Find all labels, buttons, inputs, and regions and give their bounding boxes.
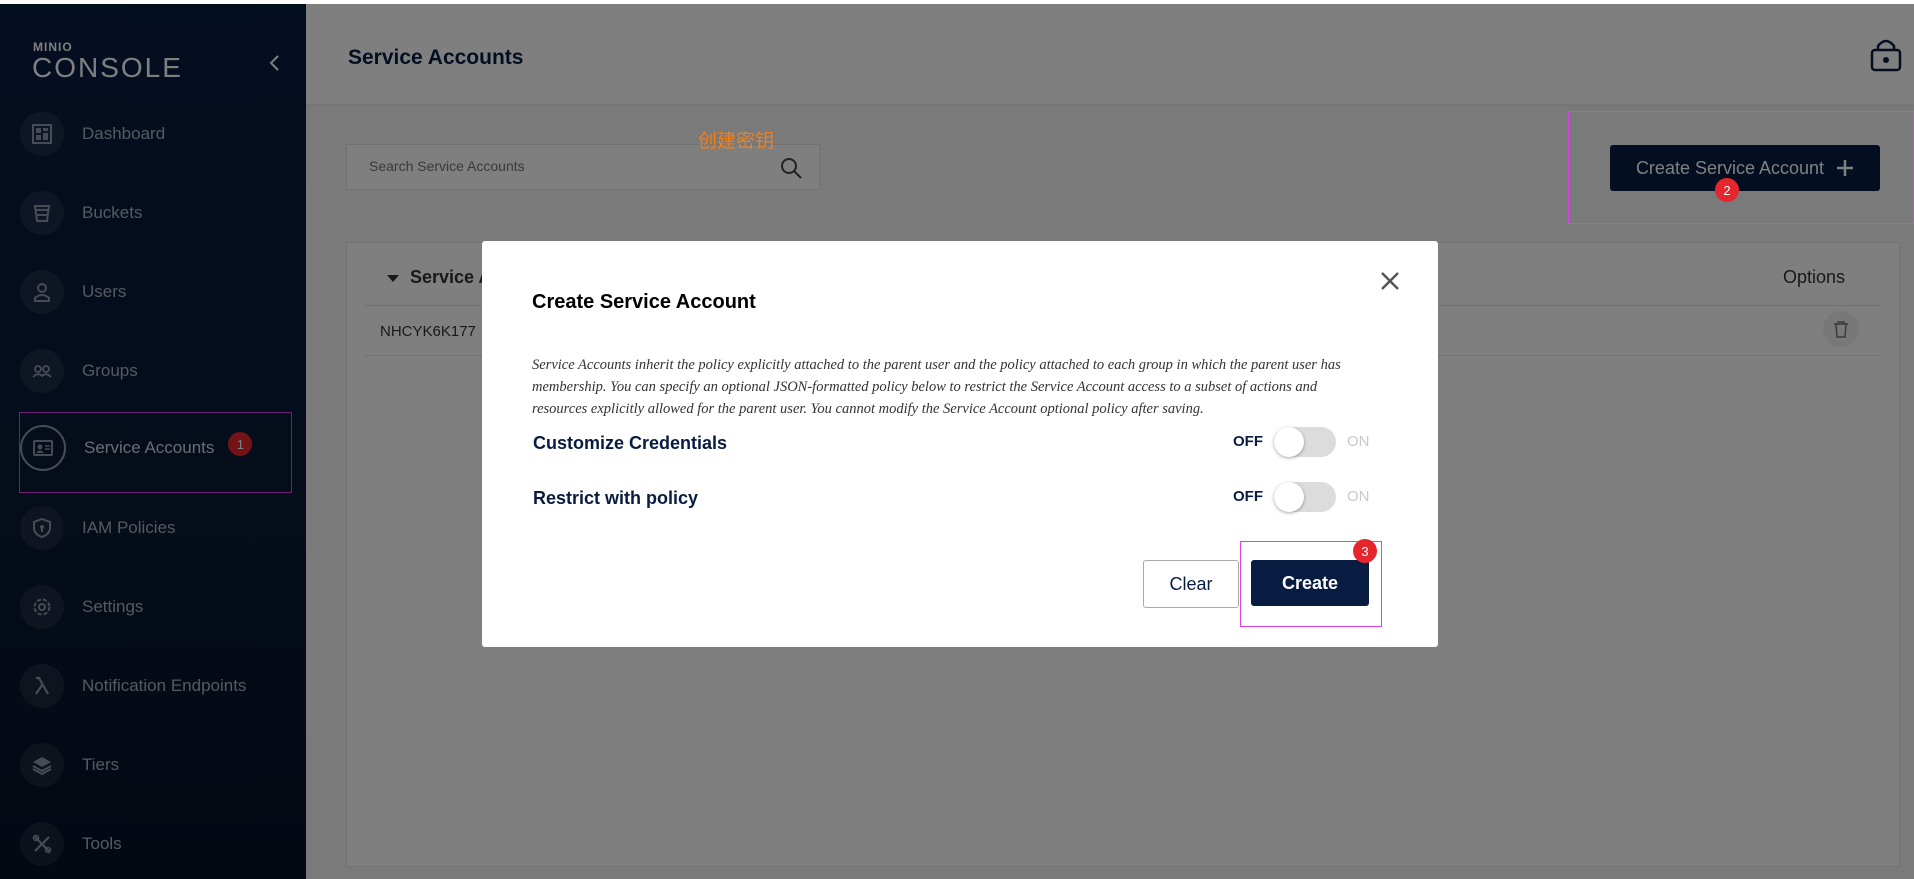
step-badge-2: 2 xyxy=(1715,178,1739,202)
customize-credentials-row: Customize Credentials OFF ON xyxy=(533,425,1373,465)
restrict-with-policy-label: Restrict with policy xyxy=(533,488,699,508)
dialog-title: Create Service Account xyxy=(532,291,756,313)
toggle-knob xyxy=(1274,482,1304,512)
restrict-with-policy-toggle[interactable] xyxy=(1274,482,1336,512)
step-badge-3: 3 xyxy=(1353,539,1377,563)
toggle-on-label: ON xyxy=(1347,433,1370,450)
create-service-account-dialog: Create Service Account Service Accounts … xyxy=(482,241,1438,647)
toggle-off-label: OFF xyxy=(1233,488,1263,505)
annotation-text: 创建密钥 xyxy=(698,131,775,152)
clear-button[interactable]: Clear xyxy=(1143,560,1239,608)
dialog-description: Service Accounts inherit the policy expl… xyxy=(532,357,1341,417)
close-icon[interactable] xyxy=(1376,267,1404,295)
toggle-on-label: ON xyxy=(1347,488,1370,505)
restrict-with-policy-row: Restrict with policy OFF ON xyxy=(533,480,1373,520)
toggle-off-label: OFF xyxy=(1233,433,1263,450)
customize-credentials-label: Customize Credentials xyxy=(533,433,728,453)
toggle-knob xyxy=(1274,427,1304,457)
customize-credentials-toggle[interactable] xyxy=(1274,427,1336,457)
highlight-box-create-service-account xyxy=(1568,111,1914,224)
